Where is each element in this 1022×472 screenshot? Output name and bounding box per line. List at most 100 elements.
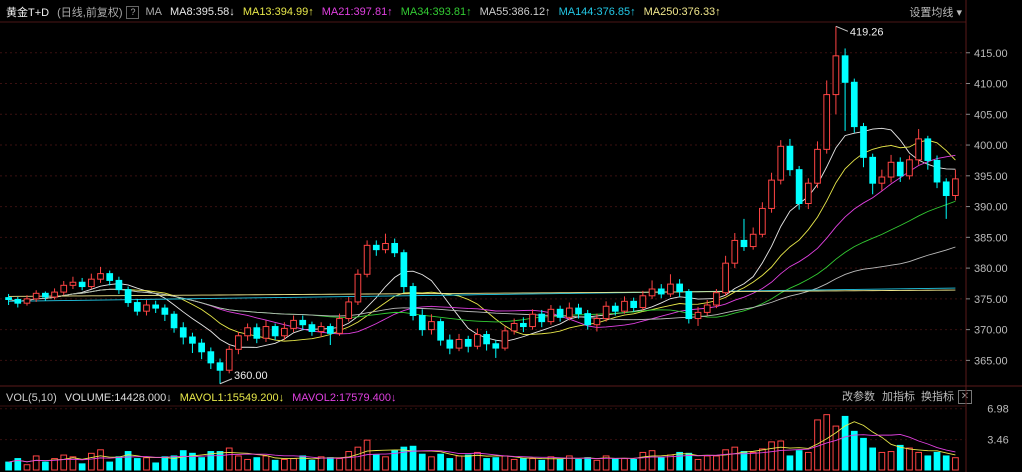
volume-bar xyxy=(418,453,426,471)
candle-body xyxy=(878,176,886,184)
candle-body xyxy=(23,298,31,304)
volume-bar xyxy=(78,463,86,471)
candlestick-chart[interactable]: 365.00 370.00 375.00 380.00 385.00 390.00 395.… xyxy=(0,0,1022,472)
volume-bar xyxy=(924,455,932,471)
candle-body xyxy=(143,304,150,312)
volume-bar xyxy=(768,441,775,471)
candle-body xyxy=(382,242,389,251)
candle-body xyxy=(308,324,316,332)
candle-body xyxy=(290,319,297,329)
volume-bar xyxy=(281,458,288,471)
volume-bar xyxy=(593,459,601,471)
candle-body xyxy=(152,304,160,309)
candle-body xyxy=(161,307,169,315)
candle-body xyxy=(832,55,840,96)
candle-body xyxy=(952,178,959,197)
volume-bar xyxy=(216,451,224,471)
price-tick-label: 395.00 xyxy=(974,171,1008,183)
candle-body xyxy=(492,343,500,349)
volume-bar xyxy=(235,455,242,471)
candle-body xyxy=(841,55,849,83)
candle-body xyxy=(565,307,573,318)
candle-body xyxy=(409,286,417,316)
candle-body xyxy=(740,239,748,248)
volume-bar xyxy=(290,458,297,471)
low-label: 360.00 xyxy=(234,370,268,382)
candle-body xyxy=(584,313,592,326)
volume-bar xyxy=(244,458,251,471)
candle-body xyxy=(32,292,40,300)
volume-bar xyxy=(850,430,858,471)
volume-bar xyxy=(115,456,123,471)
candle-body xyxy=(299,319,307,326)
volume-bar xyxy=(639,451,647,471)
candle-body xyxy=(713,292,720,306)
candle-body xyxy=(869,156,877,184)
volume-bar xyxy=(336,458,343,471)
candle-body xyxy=(621,300,628,312)
candle-body xyxy=(906,159,913,177)
candle-body xyxy=(354,273,362,303)
ma144-line xyxy=(8,287,956,302)
candle-body xyxy=(345,301,353,320)
candle-body xyxy=(538,313,546,323)
volume-bar xyxy=(648,450,656,471)
price-tick-label: 370.00 xyxy=(974,325,1008,337)
candle-body xyxy=(60,284,68,293)
candle-body xyxy=(685,290,693,320)
candle-body xyxy=(547,308,555,323)
candle-body xyxy=(363,244,371,275)
volume-bar xyxy=(60,454,68,471)
volume-bar xyxy=(42,461,49,471)
candle-body xyxy=(244,327,251,337)
candle-body xyxy=(814,148,821,184)
volume-bar xyxy=(676,451,683,471)
volume-bar xyxy=(179,450,187,471)
low-pointer xyxy=(219,378,233,385)
volume-bar xyxy=(455,455,463,471)
volume-bar xyxy=(556,458,564,471)
candle-body xyxy=(850,81,858,128)
candle-body xyxy=(391,242,399,254)
candle-body xyxy=(915,138,922,161)
candle-body xyxy=(529,313,536,328)
volume-bar xyxy=(529,458,536,471)
candle-body xyxy=(749,233,757,248)
volume-bar xyxy=(437,453,444,471)
candle-body xyxy=(87,278,95,288)
candle-body xyxy=(42,292,49,298)
volume-bar xyxy=(345,451,353,471)
candle-body xyxy=(437,321,444,341)
candle-body xyxy=(262,326,270,339)
candle-body xyxy=(896,161,904,177)
volume-bar xyxy=(510,458,518,471)
volume-bar xyxy=(749,451,757,471)
volume-bar xyxy=(464,454,472,471)
volume-tick-label: 6.98 xyxy=(987,404,1008,416)
candle-body xyxy=(51,291,58,298)
volume-bar xyxy=(501,455,509,471)
volume-bar xyxy=(106,461,114,471)
candle-body xyxy=(759,207,766,235)
volume-bar xyxy=(225,447,233,471)
candle-body xyxy=(418,314,426,331)
candle-body xyxy=(722,262,729,294)
volume-bar xyxy=(446,458,454,471)
price-tick-label: 415.00 xyxy=(974,48,1008,60)
candle-body xyxy=(372,244,380,251)
candle-body xyxy=(630,300,638,308)
volume-bar xyxy=(492,457,500,471)
candle-body xyxy=(271,326,279,337)
candle-body xyxy=(400,252,408,288)
candle-body xyxy=(483,334,490,345)
volume-bar xyxy=(786,455,794,471)
candle-body xyxy=(326,326,334,334)
candle-body xyxy=(804,182,812,204)
candle-body xyxy=(611,305,619,312)
volume-tick-label: 3.46 xyxy=(987,435,1008,447)
candle-body xyxy=(556,308,564,318)
candle-body xyxy=(446,339,454,349)
candle-body xyxy=(14,298,22,304)
volume-bar xyxy=(952,457,959,471)
volume-bar xyxy=(621,458,628,471)
